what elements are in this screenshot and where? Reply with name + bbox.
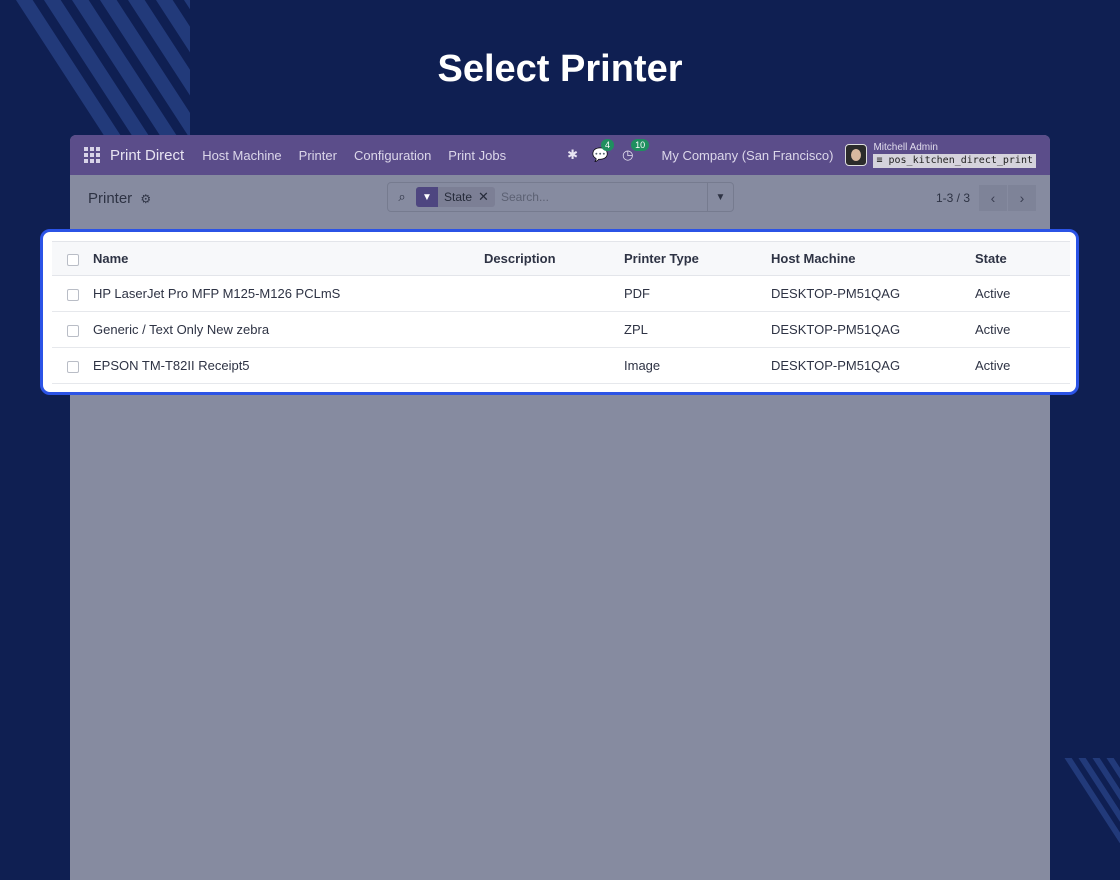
debug-bug-icon[interactable]: ✱ xyxy=(567,147,578,163)
select-all-checkbox[interactable] xyxy=(67,253,79,266)
search-facet-state: ▼ State ✕ xyxy=(416,187,495,207)
activities-clock-icon[interactable]: ◷ 10 xyxy=(622,139,650,163)
activities-badge: 10 xyxy=(631,139,650,151)
search-input[interactable] xyxy=(500,190,707,204)
header-host-machine[interactable]: Host Machine xyxy=(771,241,975,276)
gear-icon[interactable]: ⚙ xyxy=(140,192,151,206)
search-options-dropdown-icon[interactable]: ▼ xyxy=(707,183,733,211)
control-panel: Printer ⚙ ⌕ ▼ State ✕ ▼ 1-3 / 3 ‹ › xyxy=(70,175,1050,220)
cell-host-machine: DESKTOP-PM51QAG xyxy=(771,275,975,312)
cell-state: Active xyxy=(975,347,1070,384)
search-bar: ⌕ ▼ State ✕ ▼ xyxy=(387,182,734,212)
table-row[interactable]: EPSON TM-T82II Receipt5 Image DESKTOP-PM… xyxy=(52,347,1070,384)
row-checkbox-cell xyxy=(52,275,93,312)
messages-badge: 4 xyxy=(600,139,614,151)
cell-printer-type: Image xyxy=(624,347,771,384)
pager-value[interactable]: 1-3 / 3 xyxy=(936,191,970,205)
menu-host-machine[interactable]: Host Machine xyxy=(202,148,281,163)
company-switcher[interactable]: My Company (San Francisco) xyxy=(662,148,834,163)
menu-print-jobs[interactable]: Print Jobs xyxy=(448,148,506,163)
cell-host-machine: DESKTOP-PM51QAG xyxy=(771,347,975,384)
cell-name: Generic / Text Only New zebra xyxy=(93,311,484,348)
cell-printer-type: PDF xyxy=(624,275,771,312)
pager-next-icon[interactable]: › xyxy=(1008,185,1036,211)
cell-description xyxy=(484,275,624,312)
row-checkbox[interactable] xyxy=(67,360,79,373)
cell-name: HP LaserJet Pro MFP M125-M126 PCLmS xyxy=(93,275,484,312)
facet-label: State xyxy=(444,190,473,204)
user-avatar[interactable] xyxy=(845,144,868,166)
pager: 1-3 / 3 ‹ › xyxy=(936,185,1036,211)
breadcrumb-label: Printer xyxy=(88,190,133,207)
breadcrumb: Printer ⚙ xyxy=(88,190,151,207)
cell-name: EPSON TM-T82II Receipt5 xyxy=(93,347,484,384)
filter-icon: ▼ xyxy=(416,187,438,207)
messages-icon[interactable]: 💬 4 xyxy=(592,139,614,163)
cell-description xyxy=(484,311,624,348)
pager-previous-icon[interactable]: ‹ xyxy=(979,185,1007,211)
decorative-stripes-bottom-right xyxy=(1050,758,1120,843)
apps-grid-icon[interactable] xyxy=(84,147,100,163)
row-checkbox[interactable] xyxy=(67,288,79,301)
printer-table: Name Description Printer Type Host Machi… xyxy=(52,241,1070,384)
database-name: ≡ pos_kitchen_direct_print xyxy=(873,154,1036,168)
cell-description xyxy=(484,347,624,384)
row-checkbox-cell xyxy=(52,347,93,384)
cell-state: Active xyxy=(975,311,1070,348)
table-row[interactable]: Generic / Text Only New zebra ZPL DESKTO… xyxy=(52,311,1070,348)
printer-list-highlight: Name Description Printer Type Host Machi… xyxy=(40,229,1079,395)
page-title: Select Printer xyxy=(437,48,683,90)
select-all-cell xyxy=(52,241,93,276)
header-description[interactable]: Description xyxy=(484,241,624,276)
app-brand[interactable]: Print Direct xyxy=(110,147,184,164)
table-row[interactable]: HP LaserJet Pro MFP M125-M126 PCLmS PDF … xyxy=(52,275,1070,312)
header-state[interactable]: State xyxy=(975,241,1070,276)
cell-printer-type: ZPL xyxy=(624,311,771,348)
user-name: Mitchell Admin xyxy=(873,142,938,153)
user-menu[interactable]: Mitchell Admin ≡ pos_kitchen_direct_prin… xyxy=(873,142,1036,168)
top-navbar: Print Direct Host Machine Printer Config… xyxy=(70,135,1050,175)
menu-printer[interactable]: Printer xyxy=(299,148,337,163)
row-checkbox[interactable] xyxy=(67,324,79,337)
search-icon[interactable]: ⌕ xyxy=(388,189,416,205)
row-checkbox-cell xyxy=(52,311,93,348)
header-name[interactable]: Name xyxy=(93,241,484,276)
header-printer-type[interactable]: Printer Type xyxy=(624,241,771,276)
menu-configuration[interactable]: Configuration xyxy=(354,148,431,163)
cell-host-machine: DESKTOP-PM51QAG xyxy=(771,311,975,348)
cell-state: Active xyxy=(975,275,1070,312)
remove-facet-icon[interactable]: ✕ xyxy=(478,189,495,205)
table-header-row: Name Description Printer Type Host Machi… xyxy=(52,241,1070,276)
